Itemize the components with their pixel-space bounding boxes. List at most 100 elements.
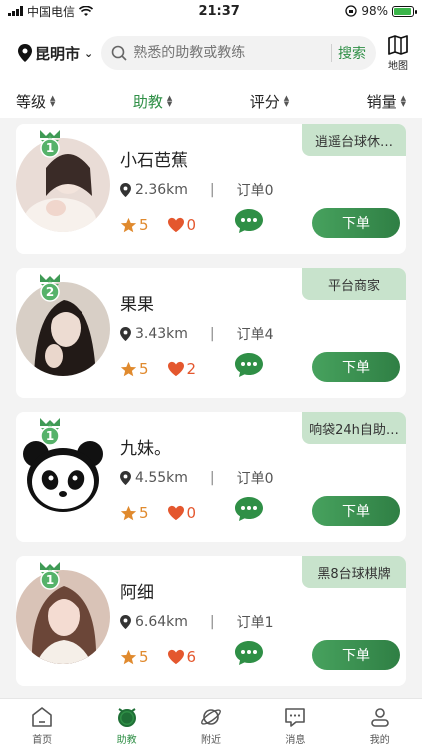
tab-mine[interactable]: 我的 bbox=[350, 705, 410, 750]
assistant-stats: 5 2 bbox=[120, 360, 196, 378]
sort-sales[interactable]: 销量 ▲ ▼ bbox=[367, 91, 406, 112]
sort-assistant[interactable]: 助教 ▲ ▼ bbox=[133, 91, 172, 112]
sort-rating[interactable]: 评分 ▲ ▼ bbox=[250, 91, 289, 112]
home-icon bbox=[32, 707, 52, 727]
battery-percent: 98% bbox=[361, 4, 388, 18]
assistant-card[interactable]: 1 九妹。 4.55km | 订单0 5 0 下单 响袋24h自助… bbox=[16, 412, 406, 542]
level-number: 2 bbox=[45, 285, 55, 299]
likes: 0 bbox=[167, 504, 197, 522]
map-icon bbox=[388, 35, 408, 55]
sort-sales-label: 销量 bbox=[366, 92, 397, 111]
assistant-name: 九妹。 bbox=[120, 439, 171, 459]
likes-count: 6 bbox=[186, 648, 197, 666]
tab-assistant[interactable]: 助教 bbox=[97, 705, 157, 750]
signal-icon bbox=[8, 6, 23, 16]
tab-home-label: 首页 bbox=[32, 735, 53, 746]
sort-arrows-icon: ▲ ▼ bbox=[166, 94, 173, 108]
level-badge: 1 bbox=[36, 418, 64, 448]
top-bar: 昆明市 ⌄ 搜索 地图 bbox=[0, 22, 422, 84]
distance: 2.36km bbox=[135, 182, 188, 198]
heart-icon bbox=[167, 361, 184, 377]
tab-nearby[interactable]: 附近 bbox=[181, 705, 241, 750]
assistant-card[interactable]: 1 小石芭蕉 2.36km | 订单0 5 0 下单 逍遥台球休… bbox=[16, 124, 406, 254]
likes-count: 0 bbox=[186, 504, 197, 522]
user-icon bbox=[370, 708, 389, 727]
location-pin-icon bbox=[18, 44, 32, 62]
tab-assistant-label: 助教 bbox=[116, 735, 137, 746]
carrier-label: 中国电信 bbox=[27, 4, 76, 19]
likes: 6 bbox=[167, 648, 197, 666]
chevron-down-icon: ⌄ bbox=[84, 46, 94, 60]
tab-home[interactable]: 首页 bbox=[12, 705, 72, 750]
battery-icon bbox=[391, 5, 417, 17]
search-input[interactable] bbox=[133, 45, 325, 61]
star-icon bbox=[120, 217, 137, 232]
level-badge: 1 bbox=[36, 130, 64, 160]
star-icon bbox=[120, 361, 137, 376]
shop-name: 逍遥台球休… bbox=[314, 134, 393, 150]
tab-nearby-label: 附近 bbox=[200, 735, 221, 746]
status-right: 98% bbox=[345, 4, 417, 18]
sort-arrows-icon: ▲ ▼ bbox=[400, 94, 406, 108]
sort-level[interactable]: 等级 ▲ ▼ bbox=[16, 91, 55, 112]
shop-tag[interactable]: 平台商家 bbox=[302, 268, 406, 300]
city-label: 昆明市 bbox=[35, 44, 81, 63]
chat-icon[interactable] bbox=[234, 496, 264, 522]
assistant-info: 6.64km | 订单1 bbox=[120, 612, 274, 632]
distance: 4.55km bbox=[135, 470, 188, 486]
location-pin-icon bbox=[120, 183, 131, 197]
distance: 3.43km bbox=[135, 326, 188, 342]
sort-bar: 等级 ▲ ▼ 助教 ▲ ▼ 评分 ▲ ▼ 销量 ▲ ▼ bbox=[0, 84, 422, 118]
shop-tag[interactable]: 响袋24h自助… bbox=[302, 412, 406, 444]
rating-value: 5 bbox=[139, 648, 149, 666]
likes-count: 0 bbox=[186, 216, 197, 234]
avatar-wrap: 1 bbox=[16, 130, 110, 232]
chat-icon[interactable] bbox=[234, 352, 264, 378]
search-divider bbox=[331, 44, 332, 62]
order-count: 订单0 bbox=[236, 183, 274, 199]
order-button[interactable]: 下单 bbox=[312, 496, 400, 526]
chat-icon[interactable] bbox=[234, 640, 264, 666]
order-count: 订单0 bbox=[236, 471, 274, 487]
assistant-info: 3.43km | 订单4 bbox=[120, 324, 274, 344]
level-number: 1 bbox=[45, 573, 55, 587]
tab-messages[interactable]: 消息 bbox=[265, 705, 325, 750]
level-badge: 2 bbox=[36, 274, 64, 304]
status-left: 中国电信 bbox=[8, 3, 94, 20]
tab-mine-label: 我的 bbox=[369, 735, 390, 746]
map-button[interactable]: 地图 bbox=[384, 34, 412, 72]
assistant-info: 2.36km | 订单0 bbox=[120, 180, 274, 200]
info-divider: | bbox=[209, 326, 215, 342]
distance: 6.64km bbox=[135, 614, 188, 630]
heart-icon bbox=[167, 505, 184, 521]
search-button[interactable]: 搜索 bbox=[338, 43, 366, 63]
assistant-info: 4.55km | 订单0 bbox=[120, 468, 274, 488]
location-pin-icon bbox=[120, 615, 131, 629]
order-button[interactable]: 下单 bbox=[312, 208, 400, 238]
shop-name: 黑8台球棋牌 bbox=[317, 566, 391, 582]
info-divider: | bbox=[209, 182, 215, 198]
assistant-list: 1 小石芭蕉 2.36km | 订单0 5 0 下单 逍遥台球休… 2 果果 3… bbox=[0, 118, 422, 686]
status-bar: 中国电信 21:37 98% bbox=[0, 0, 422, 22]
map-label: 地图 bbox=[388, 61, 408, 72]
info-divider: | bbox=[209, 614, 215, 630]
city-selector[interactable]: 昆明市 ⌄ bbox=[18, 43, 93, 64]
rotation-lock-icon bbox=[345, 5, 357, 17]
assistant-stats: 5 6 bbox=[120, 648, 196, 666]
assistant-card[interactable]: 2 果果 3.43km | 订单4 5 2 下单 平台商家 bbox=[16, 268, 406, 398]
planet-icon bbox=[201, 709, 221, 725]
search-box: 搜索 bbox=[101, 36, 376, 70]
likes: 0 bbox=[167, 216, 197, 234]
assistant-card[interactable]: 1 阿细 6.64km | 订单1 5 6 下单 黑8台球棋牌 bbox=[16, 556, 406, 686]
shop-tag[interactable]: 逍遥台球休… bbox=[302, 124, 406, 156]
sort-arrows-icon: ▲ ▼ bbox=[283, 94, 290, 108]
order-button[interactable]: 下单 bbox=[312, 352, 400, 382]
chat-icon[interactable] bbox=[234, 208, 264, 234]
heart-icon bbox=[167, 649, 184, 665]
status-time: 21:37 bbox=[198, 3, 240, 19]
order-button[interactable]: 下单 bbox=[312, 640, 400, 670]
heart-icon bbox=[167, 217, 184, 233]
likes: 2 bbox=[167, 360, 196, 378]
shop-tag[interactable]: 黑8台球棋牌 bbox=[302, 556, 406, 588]
order-count: 订单1 bbox=[236, 615, 274, 631]
